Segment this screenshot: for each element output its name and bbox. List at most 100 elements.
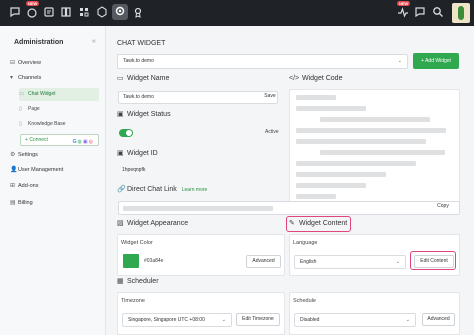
settings-icon[interactable] [112,4,128,20]
appearance-advanced-button[interactable]: Advanced [246,255,281,268]
widget-code-heading: </> Widget Code [289,73,342,85]
widget-appearance-heading: ▨ Widget Appearance [117,218,188,230]
section-title: Scheduler [127,278,159,285]
search-icon[interactable] [431,5,445,19]
sidebar-item-label: Overview [18,60,41,66]
timezone-select[interactable]: Singapore, Singapore UTC +08:00 ⌄ [122,313,232,327]
sidebar-item-label: Billing [18,200,33,206]
widget-name-heading: ▭ Widget Name [117,73,169,85]
copy-button[interactable]: Copy [427,201,459,214]
user-icon: 👤 [10,167,18,173]
schedule-select[interactable]: Disabled ⌄ [294,313,416,327]
widget-name-input[interactable]: Tawk.to demo [118,91,278,104]
sidebar-item-add-ons[interactable]: ⊞ Add-ons [10,181,39,191]
sidebar-item-label: Knowledge Base [28,121,66,127]
status-toggle[interactable] [119,129,133,137]
widget-content-highlight [286,216,351,232]
widget-id-value[interactable]: 1hpeqnpfk [118,165,278,178]
connect-button[interactable]: + Connect G◍▣◎ [20,134,99,146]
main-content: CHAT WIDGET Tawk.to demo ⌄ + Add Widget … [107,26,474,335]
contacts-icon[interactable] [42,5,56,19]
avatar[interactable] [452,3,470,23]
widget-id-heading: ▣ Widget ID [117,148,158,160]
code-icon: </> [289,75,300,82]
top-navigation-bar: NEW NEW [0,0,474,26]
overview-icon: ⊟ [10,60,16,66]
section-title: Widget Appearance [127,220,189,227]
id-icon: ▣ [117,150,124,157]
schedule-card: Schedule Disabled ⌄ Advanced [289,292,460,335]
widget-status-row: Active [118,125,284,142]
knowledge-base-icon: ▯ [19,121,22,127]
sidebar-item-chat-widget[interactable]: ▭ Chat Widget [19,88,99,101]
timezone-card: Timezone Singapore, Singapore UTC +08:00… [117,292,285,335]
rocket-icon[interactable] [131,5,145,19]
sidebar-item-channels[interactable]: ▾ Channels [10,73,41,83]
learn-more-link[interactable]: Learn more [182,187,208,193]
sidebar-item-label: Page [28,106,40,112]
connect-label: Connect [29,137,48,143]
widget-color-label: Widget Color [121,240,153,246]
status-icon: ▣ [117,111,124,118]
collapse-sidebar-icon[interactable]: « [92,38,96,45]
grid-icon[interactable] [77,5,91,19]
page-title: CHAT WIDGET [117,40,166,47]
billing-icon: ▤ [10,200,16,206]
sidebar-item-user-management[interactable]: 👤User Management [10,165,63,175]
language-value: English [300,259,317,265]
direct-chat-link-heading: 🔗Direct Chat Link Learn more [117,184,207,196]
chevron-down-icon: ⌄ [405,317,410,323]
save-button[interactable]: Save [260,91,280,104]
schedule-value: Disabled [300,317,320,323]
admin-sidebar: Administration « ⊟ Overview ▾ Channels ▭ Ch… [0,26,106,335]
link-icon: 🔗 [117,186,126,193]
language-select[interactable]: English ⌄ [294,255,406,269]
chat-icon[interactable] [8,5,22,19]
widget-color-value: #03a84e [144,258,164,264]
gear-icon: ⚙ [10,152,16,158]
inbox-icon[interactable] [25,5,39,19]
language-label: Language [293,240,318,246]
timezone-label: Timezone [121,298,145,304]
direct-chat-link-input[interactable] [118,201,460,215]
sidebar-item-settings[interactable]: ⚙ Settings [10,150,38,160]
sidebar-item-billing[interactable]: ▤ Billing [10,198,33,208]
chat-bubble-icon[interactable] [413,5,427,19]
sidebar-item-knowledge-base[interactable]: ▯ Knowledge Base [19,118,99,131]
widget-select[interactable]: Tawk.to demo ⌄ [117,54,408,69]
add-widget-button[interactable]: + Add Widget [413,53,459,69]
chevron-down-icon: ⌄ [395,259,400,265]
status-label: Active [265,129,279,135]
caret-down-icon: ▾ [10,75,14,81]
pulse-icon[interactable] [396,5,410,19]
section-title: Widget ID [127,150,158,157]
chat-box-icon: ▭ [117,75,124,82]
sidebar-item-overview[interactable]: ⊟ Overview [10,58,41,68]
sidebar-item-label: Channels [18,75,42,81]
chat-widget-icon: ▭ [19,91,24,97]
book-icon[interactable] [59,5,73,19]
sidebar-item-page[interactable]: ▯ Page [19,103,99,116]
edit-content-highlight [410,251,456,270]
sidebar-item-label: Add-ons [18,183,39,189]
cube-icon[interactable] [95,5,109,19]
timezone-value: Singapore, Singapore UTC +08:00 [128,317,205,323]
scheduler-heading: ▦ Scheduler [117,276,159,288]
widget-color-swatch[interactable] [123,254,139,268]
edit-timezone-button[interactable]: Edit Timezone [236,313,280,326]
chevron-down-icon: ⌄ [397,58,402,64]
add-ons-icon: ⊞ [10,183,16,189]
widget-select-value: Tawk.to demo [123,58,154,64]
sidebar-item-label: User Management [18,167,64,173]
widget-code-box[interactable] [289,89,460,205]
sidebar-item-label: Settings [18,152,38,158]
appearance-icon: ▨ [117,220,124,227]
sidebar-item-label: Chat Widget [28,91,56,97]
widget-status-heading: ▣ Widget Status [117,109,171,121]
sidebar-title: Administration [14,39,64,46]
integration-logos: G◍▣◎ [72,139,94,145]
schedule-advanced-button[interactable]: Advanced [422,313,455,326]
page-icon: ▯ [19,106,22,112]
chevron-down-icon: ⌄ [221,317,226,323]
section-title: Widget Status [127,111,171,118]
